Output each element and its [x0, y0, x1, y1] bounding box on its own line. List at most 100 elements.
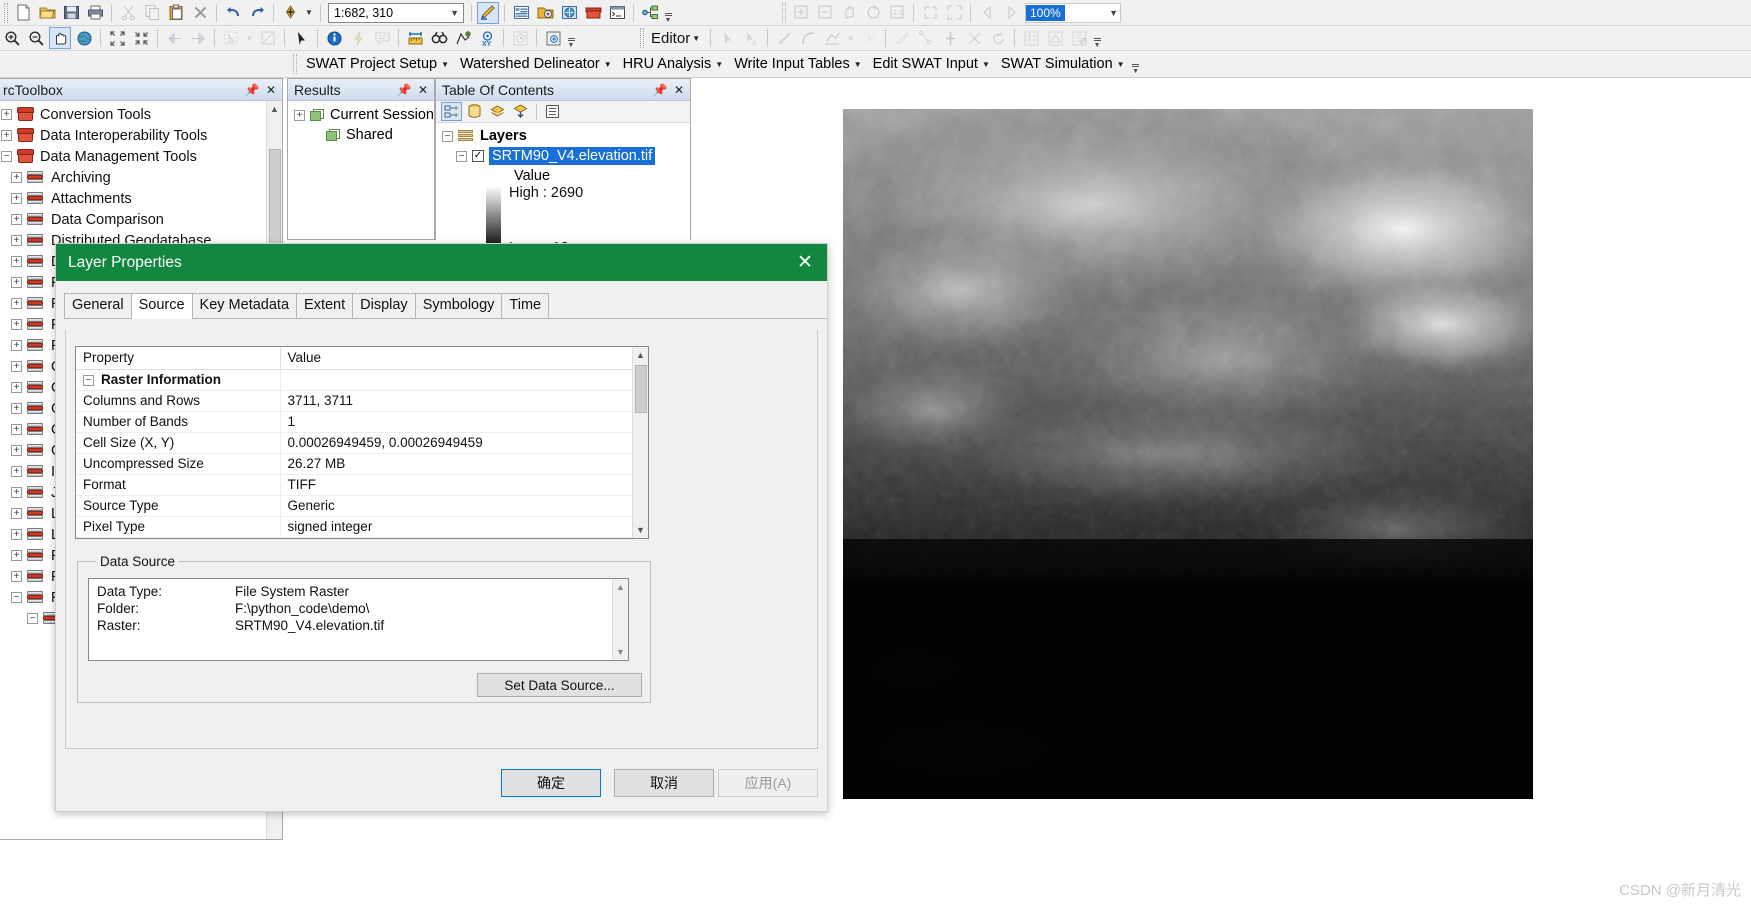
toolbox-tree-item[interactable]: − Data Management Tools [0, 146, 282, 167]
results-tree[interactable]: + Current Session Shared [288, 101, 434, 145]
fit-window-icon[interactable] [919, 2, 941, 24]
options-icon[interactable] [542, 102, 563, 121]
fixed-zoom-in-icon[interactable] [106, 27, 128, 49]
table-row[interactable]: Pixel Depth16 Bit [76, 537, 634, 538]
zoom-in-raster-icon[interactable] [790, 2, 812, 24]
catalog-icon[interactable] [534, 2, 556, 24]
undo-icon[interactable] [222, 2, 244, 24]
data-source-scrollbar[interactable]: ▲ ▼ [612, 579, 628, 660]
tab-display[interactable]: Display [352, 293, 416, 318]
time-slider-icon[interactable] [509, 27, 531, 49]
select-features-icon[interactable] [220, 27, 242, 49]
model-builder-icon[interactable] [639, 2, 661, 24]
chevron-down-icon[interactable]: ▼ [450, 8, 461, 18]
expander-icon[interactable]: − [456, 150, 467, 162]
expander-icon[interactable]: + [11, 277, 22, 288]
cut-polygons-icon[interactable] [963, 27, 985, 49]
identify-icon[interactable] [323, 27, 345, 49]
expander-icon[interactable]: + [11, 298, 22, 309]
pan-icon[interactable] [49, 27, 71, 49]
edit-sketch-icon[interactable] [1068, 27, 1090, 49]
tab-source[interactable]: Source [130, 293, 193, 319]
expander-icon[interactable]: + [11, 235, 22, 246]
apply-button[interactable]: 应用(A) [718, 769, 818, 797]
editor-toolbar-overflow-button[interactable]: ▼ [1092, 27, 1102, 49]
cancel-button[interactable]: 取消 [614, 769, 714, 797]
results-node-current-session[interactable]: + Current Session [294, 105, 434, 125]
table-row[interactable]: Cell Size (X, Y) 0.00026949459, 0.0002694… [76, 432, 634, 454]
expander-icon[interactable]: + [11, 571, 22, 582]
set-data-source-button[interactable]: Set Data Source... [477, 673, 642, 697]
toolbox-tree-item[interactable]: + Conversion Tools [0, 104, 282, 125]
create-features-icon[interactable] [1044, 27, 1066, 49]
chevron-down-icon[interactable]: ▼ [1109, 8, 1120, 18]
clear-selection-icon[interactable] [257, 27, 279, 49]
expander-icon[interactable]: + [11, 319, 22, 330]
hyperlink-icon[interactable] [347, 27, 369, 49]
close-icon[interactable]: ✕ [415, 81, 431, 99]
map-data-view[interactable]: CSDN @新月清光 [691, 78, 1751, 907]
expander-icon[interactable]: − [1, 151, 12, 162]
rotate-icon[interactable] [987, 27, 1009, 49]
paste-icon[interactable] [165, 2, 187, 24]
menu-edit-swat-input[interactable]: Edit SWAT Input ▼ [867, 54, 995, 74]
cut-icon[interactable] [117, 2, 139, 24]
arctoolbox-icon[interactable] [582, 2, 604, 24]
zoom-in-icon[interactable] [1, 27, 23, 49]
table-row[interactable]: Source Type Generic [76, 495, 634, 517]
expander-icon[interactable]: + [11, 487, 22, 498]
go-next-extent-icon[interactable] [187, 27, 209, 49]
table-row[interactable]: Pixel Type signed integer [76, 516, 634, 538]
raster-properties-table[interactable]: Property Value − Raster Information Column… [75, 346, 649, 539]
redo-icon[interactable] [246, 2, 268, 24]
raster-zoom-combo[interactable]: 100% ▼ [1025, 2, 1121, 23]
scroll-thumb[interactable] [635, 365, 647, 413]
python-window-icon[interactable] [606, 2, 628, 24]
expand-window-icon[interactable] [943, 2, 965, 24]
go-to-xy-icon[interactable]: XY [476, 27, 498, 49]
zoom-out-raster-icon[interactable] [814, 2, 836, 24]
split-icon[interactable] [939, 27, 961, 49]
toc-layer-name[interactable]: SRTM90_V4.elevation.tif [489, 147, 656, 165]
expander-icon[interactable]: + [11, 424, 22, 435]
copy-icon[interactable] [141, 2, 163, 24]
editor-menu-label[interactable]: Editor [647, 30, 692, 47]
close-icon[interactable]: ✕ [671, 81, 687, 99]
edit-annotation-tool-icon[interactable]: A [740, 27, 762, 49]
attributes-icon[interactable] [1020, 27, 1042, 49]
toc-node-layer[interactable]: − ✓ SRTM90_V4.elevation.tif [442, 146, 690, 166]
trace-icon[interactable] [821, 27, 843, 49]
measure-icon[interactable] [404, 27, 426, 49]
scroll-up-icon[interactable]: ▲ [633, 347, 648, 363]
create-viewer-window-icon[interactable] [542, 27, 564, 49]
table-row[interactable]: Columns and Rows 3711, 3711 [76, 390, 634, 412]
tab-symbology[interactable]: Symbology [414, 293, 503, 318]
menu-watershed-delineator[interactable]: Watershed Delineator ▼ [454, 54, 617, 74]
editor-menu-caret-icon[interactable]: ▼ [692, 34, 706, 43]
table-of-contents-icon[interactable] [510, 2, 532, 24]
tab-time[interactable]: Time [501, 293, 550, 318]
list-by-source-icon[interactable] [464, 102, 485, 121]
toolbar-overflow-button[interactable]: ▼ [566, 27, 576, 49]
swat-toolbar-overflow-button[interactable]: ▼ [1131, 53, 1141, 75]
rotate-raster-icon[interactable] [862, 2, 884, 24]
pan-raster-icon[interactable] [838, 2, 860, 24]
full-extent-globe-icon[interactable] [73, 27, 95, 49]
close-icon[interactable]: ✕ [783, 244, 827, 281]
menu-write-input-tables[interactable]: Write Input Tables ▼ [728, 54, 866, 74]
table-row-group[interactable]: − Raster Information [76, 369, 634, 391]
select-elements-icon[interactable] [290, 27, 312, 49]
expander-icon[interactable]: + [11, 172, 22, 183]
zoom-out-icon[interactable] [25, 27, 47, 49]
toolbar-grip[interactable] [782, 2, 786, 23]
delete-icon[interactable] [189, 2, 211, 24]
trace-dropdown-icon[interactable]: ▼ [845, 27, 856, 49]
toc-tree[interactable]: − Layers − ✓ SRTM90_V4.elevation.tif Val… [436, 123, 690, 257]
elevation-raster-display[interactable] [843, 109, 1533, 799]
toolbox-tree-item[interactable]: + Data Interoperability Tools [0, 125, 282, 146]
scroll-down-icon[interactable]: ▼ [613, 644, 628, 660]
construction-icon[interactable] [891, 27, 913, 49]
pin-icon[interactable]: 📌 [396, 81, 412, 99]
menu-swat-simulation[interactable]: SWAT Simulation ▼ [995, 54, 1130, 74]
fixed-zoom-out-icon[interactable] [130, 27, 152, 49]
